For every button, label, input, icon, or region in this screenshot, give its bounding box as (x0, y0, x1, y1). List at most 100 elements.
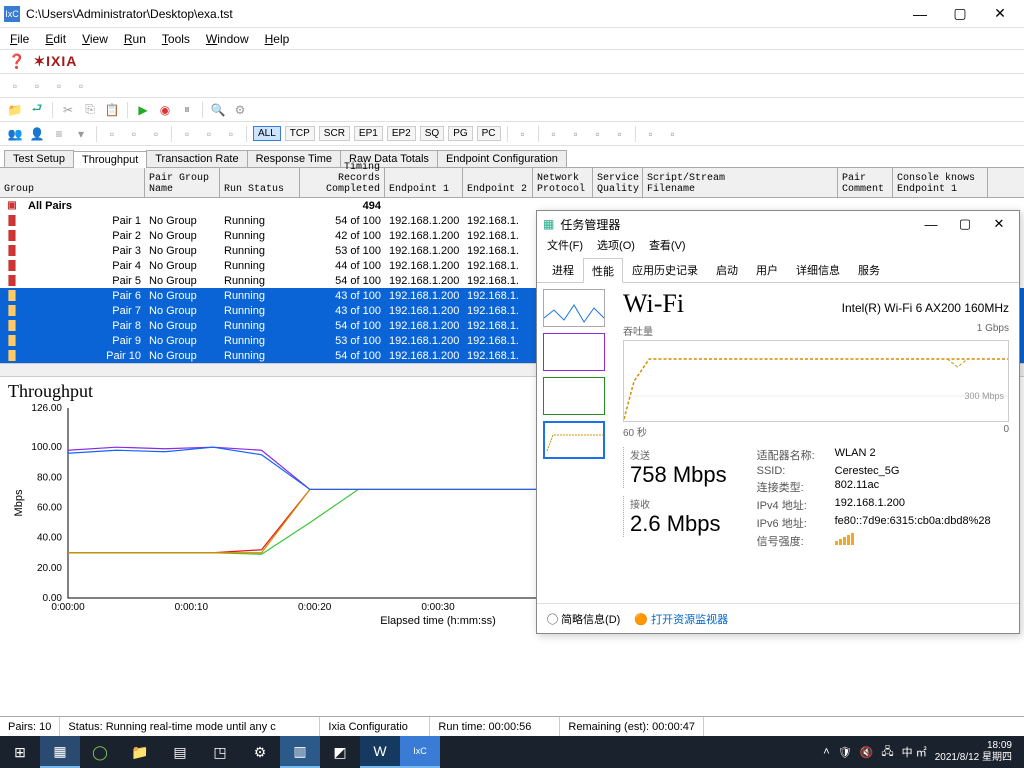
tray-network-icon[interactable]: 🖧 (881, 743, 893, 762)
tray-up-icon[interactable]: ˄ (823, 746, 829, 758)
pause-icon[interactable]: ⏸ (178, 101, 196, 119)
view-tcp-button[interactable]: TCP (285, 126, 315, 141)
clear-1-icon[interactable]: ▫ (103, 125, 121, 143)
taskmgr-tab-2[interactable]: 应用历史记录 (623, 257, 707, 282)
tool-icon[interactable]: ⚙ (231, 101, 249, 119)
taskmgr-tab-5[interactable]: 详细信息 (787, 257, 849, 282)
taskmgr-tab-0[interactable]: 进程 (543, 257, 583, 282)
zoom-icon[interactable]: 🔍 (209, 101, 227, 119)
open-icon[interactable]: ▫ (28, 77, 46, 95)
extra-6-icon[interactable]: ▫ (642, 125, 660, 143)
filter-icon[interactable]: ▾ (72, 125, 90, 143)
taskbar-app-2[interactable]: ◯ (80, 736, 120, 768)
thumb-cpu[interactable] (543, 289, 605, 327)
taskbar-app-6[interactable]: ⚙ (240, 736, 280, 768)
copy-icon[interactable]: ⎘ (81, 101, 99, 119)
taskbar-app-1[interactable]: ▦ (40, 736, 80, 768)
col-header[interactable]: Pair Comment (838, 168, 893, 197)
col-header[interactable]: Pair Group Name (145, 168, 220, 197)
tab-endpoint-configuration[interactable]: Endpoint Configuration (437, 150, 567, 167)
taskbar-app-8[interactable]: ◩ (320, 736, 360, 768)
cut-icon[interactable]: ✂ (59, 101, 77, 119)
col-header[interactable]: Run Status (220, 168, 300, 197)
view-pc-button[interactable]: PC (477, 126, 501, 141)
col-header[interactable]: Group (0, 168, 145, 197)
menu-help[interactable]: Help (265, 32, 290, 46)
menu-window[interactable]: Window (206, 32, 249, 46)
tray-shield-icon[interactable]: 🛡 (838, 746, 852, 759)
resource-monitor-link[interactable]: 🟠 打开资源监视器 (634, 611, 728, 627)
run-icon[interactable]: ▶ (134, 101, 152, 119)
view-ep2-button[interactable]: EP2 (387, 126, 416, 141)
col-header[interactable]: Timing Records Completed (300, 168, 385, 197)
taskmgr-titlebar[interactable]: ▦ 任务管理器 — ▢ ✕ (537, 211, 1019, 237)
extra-1-icon[interactable]: ▫ (514, 125, 532, 143)
stat-2-icon[interactable]: ▫ (200, 125, 218, 143)
menu-view[interactable]: View (82, 32, 108, 46)
new-icon[interactable]: ▫ (6, 77, 24, 95)
sort-icon[interactable]: ≡ (50, 125, 68, 143)
thumb-wifi[interactable] (543, 421, 605, 459)
taskmgr-maximize[interactable]: ▢ (951, 216, 979, 232)
thumb-disk[interactable] (543, 377, 605, 415)
col-header[interactable]: Endpoint 2 (463, 168, 533, 197)
taskmgr-tab-1[interactable]: 性能 (583, 258, 623, 283)
tray-volume-icon[interactable]: 🔇 (860, 746, 874, 759)
help-icon[interactable]: ❓ (8, 53, 25, 70)
user-icon[interactable]: 👤 (28, 125, 46, 143)
col-header[interactable]: Console knows Endpoint 1 (893, 168, 988, 197)
taskmgr-menu-view[interactable]: 查看(V) (649, 237, 686, 257)
export-icon[interactable]: ⮐ (28, 101, 46, 119)
taskbar-app-5[interactable]: ◳ (200, 736, 240, 768)
brief-toggle[interactable]: ◯ 简略信息(D) (547, 611, 620, 627)
view-ep1-button[interactable]: EP1 (354, 126, 383, 141)
clear-2-icon[interactable]: ▫ (125, 125, 143, 143)
minimize-button[interactable]: — (900, 0, 940, 28)
taskmgr-menu-options[interactable]: 选项(O) (597, 237, 635, 257)
taskmgr-menu-file[interactable]: 文件(F) (547, 237, 583, 257)
extra-7-icon[interactable]: ▫ (664, 125, 682, 143)
view-all-button[interactable]: ALL (253, 126, 281, 141)
taskmgr-tab-3[interactable]: 启动 (707, 257, 747, 282)
taskbar-app-10[interactable]: IxC (400, 736, 440, 768)
extra-2-icon[interactable]: ▫ (545, 125, 563, 143)
paste-icon[interactable]: 📋 (103, 101, 121, 119)
stat-1-icon[interactable]: ▫ (178, 125, 196, 143)
view-scr-button[interactable]: SCR (319, 126, 350, 141)
taskmgr-tab-4[interactable]: 用户 (747, 257, 787, 282)
users-icon[interactable]: 👥 (6, 125, 24, 143)
taskmgr-close[interactable]: ✕ (985, 216, 1013, 232)
col-header[interactable]: Script/Stream Filename (643, 168, 838, 197)
folder-icon[interactable]: 📁 (6, 101, 24, 119)
taskbar-clock[interactable]: 18:09 2021/8/12 星期四 (935, 740, 1016, 764)
stop-icon[interactable]: ◉ (156, 101, 174, 119)
taskmgr-minimize[interactable]: — (917, 217, 945, 232)
tab-test-setup[interactable]: Test Setup (4, 150, 74, 167)
extra-5-icon[interactable]: ▫ (611, 125, 629, 143)
view-pg-button[interactable]: PG (448, 126, 472, 141)
taskbar-app-7[interactable]: ▥ (280, 736, 320, 768)
col-header[interactable]: Network Protocol (533, 168, 593, 197)
taskmgr-tab-6[interactable]: 服务 (849, 257, 889, 282)
clear-3-icon[interactable]: ▫ (147, 125, 165, 143)
extra-3-icon[interactable]: ▫ (567, 125, 585, 143)
menu-tools[interactable]: Tools (162, 32, 190, 46)
stat-3-icon[interactable]: ▫ (222, 125, 240, 143)
col-header[interactable]: Endpoint 1 (385, 168, 463, 197)
maximize-button[interactable]: ▢ (940, 0, 980, 28)
print-icon[interactable]: ▫ (72, 77, 90, 95)
taskbar-app-3[interactable]: 📁 (120, 736, 160, 768)
menu-run[interactable]: Run (124, 32, 146, 46)
start-button[interactable]: ⊞ (0, 736, 40, 768)
col-header[interactable]: Service Quality (593, 168, 643, 197)
view-sq-button[interactable]: SQ (420, 126, 444, 141)
menu-file[interactable]: File (10, 32, 29, 46)
close-button[interactable]: ✕ (980, 0, 1020, 28)
tab-transaction-rate[interactable]: Transaction Rate (146, 150, 247, 167)
extra-4-icon[interactable]: ▫ (589, 125, 607, 143)
menu-edit[interactable]: Edit (45, 32, 66, 46)
taskbar-app-4[interactable]: ▤ (160, 736, 200, 768)
save-icon[interactable]: ▫ (50, 77, 68, 95)
thumb-mem[interactable] (543, 333, 605, 371)
tab-throughput[interactable]: Throughput (73, 151, 147, 168)
